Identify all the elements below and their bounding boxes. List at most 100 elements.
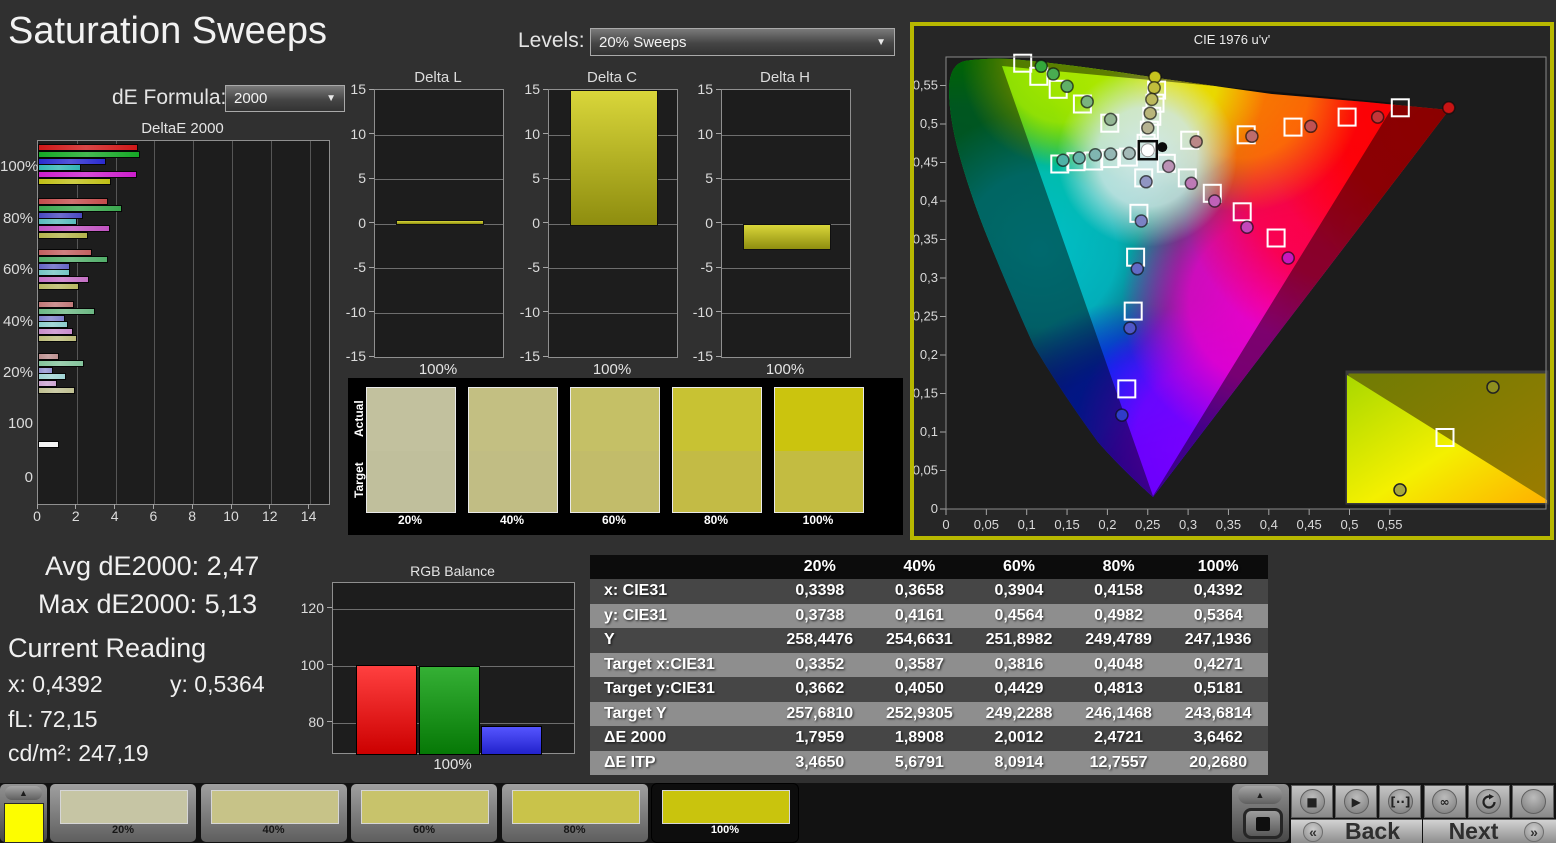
y-tick-label: -10	[683, 304, 713, 320]
x-tick-label: 2	[64, 508, 88, 524]
cie-measured-point-cyan	[1073, 152, 1085, 164]
patch-button-100%[interactable]: 100%	[652, 784, 798, 842]
delta-bar	[396, 220, 484, 226]
table-col-header: 20%	[770, 558, 870, 576]
table-cell: 1,7959	[770, 729, 870, 747]
table-cell: 0,3658	[870, 582, 970, 600]
cie-inset-magnifier	[1347, 372, 1547, 503]
y-tick	[543, 89, 548, 90]
bottom-bar: ▲ ▲ « Back Next » 20% 40%60% 80% 100% ■	[0, 783, 1556, 843]
y-tick-label: 0,25	[914, 309, 938, 324]
cie-measured-point-green	[1035, 60, 1047, 72]
x-tick-label: 0,05	[974, 517, 999, 532]
cie-measured-point-green	[1105, 113, 1117, 125]
x-tick-label: 0,45	[1296, 517, 1321, 532]
media-button-range[interactable]: [··]	[1379, 785, 1421, 818]
x-tick-label: 0,3	[1179, 517, 1197, 532]
cie-measured-point-blue	[1135, 215, 1147, 227]
page-title: Saturation Sweeps	[8, 10, 327, 53]
x-tick-label: 4	[103, 508, 127, 524]
x-tick-label: 14	[297, 508, 321, 524]
table-cell: 243,6814	[1168, 705, 1268, 723]
x-tick-label: 0,15	[1054, 517, 1079, 532]
y-tick-label: -10	[336, 304, 366, 320]
patch-button-20%[interactable]: 20%	[50, 784, 196, 842]
table-row: Y258,4476254,6631251,8982249,4789247,193…	[590, 628, 1268, 653]
y-tick	[716, 178, 721, 179]
media-button-stop[interactable]: ■	[1291, 785, 1333, 818]
next-button-label: Next	[1423, 818, 1524, 843]
table-cell: 0,3662	[770, 680, 870, 698]
y-tick-label: 0,05	[914, 463, 938, 478]
patch-label: 20%	[50, 824, 196, 836]
delta-chart-Delta-L	[374, 89, 504, 358]
cie-measured-point-blue	[1140, 176, 1152, 188]
play-icon: ▶	[1344, 789, 1369, 814]
de-formula-dropdown[interactable]: 2000 ▼	[225, 85, 345, 112]
x-axis-label: 100%	[548, 361, 676, 378]
table-cell: 0,5181	[1168, 680, 1268, 698]
next-button[interactable]: Next »	[1423, 819, 1556, 843]
current-patch-color-indicator[interactable]	[4, 803, 44, 843]
delta-chart-title-Delta-C: Delta C	[548, 69, 676, 86]
grid-line	[549, 268, 677, 269]
y-tick-label: 10	[683, 126, 713, 142]
table-cell: 0,4813	[1069, 680, 1169, 698]
grid-line	[375, 179, 503, 180]
patch-button-40%[interactable]: 40%	[201, 784, 347, 842]
rgb-bar-red	[356, 665, 417, 755]
y-tick-label: 5	[510, 170, 540, 186]
y-tick-label: 0,5	[920, 116, 938, 131]
table-cell: 0,3352	[770, 656, 870, 674]
media-button-refresh[interactable]	[1468, 785, 1510, 818]
swatch-target	[571, 451, 659, 512]
cie-measured-point-magenta	[1163, 160, 1175, 172]
levels-label: Levels:	[518, 29, 585, 53]
y-group-label: 60%	[0, 261, 33, 278]
swatch-label: 80%	[672, 513, 760, 527]
collapse-up-button[interactable]: ▲	[1238, 786, 1282, 804]
levels-dropdown[interactable]: 20% Sweeps ▼	[590, 28, 895, 56]
x-tick-label: 0	[942, 517, 949, 532]
de-formula-value: 2000	[234, 90, 267, 107]
y-tick	[716, 222, 721, 223]
y-tick-label: -10	[510, 304, 540, 320]
media-button-play[interactable]: ▶	[1335, 785, 1377, 818]
y-tick-label: -15	[336, 348, 366, 364]
grid-line	[310, 141, 311, 504]
y-group-label: 40%	[0, 313, 33, 330]
patch-label: 80%	[502, 824, 648, 836]
table-cell: 2,4721	[1069, 729, 1169, 747]
cie-measured-point-green	[1081, 96, 1093, 108]
x-tick-label: 0,1	[1018, 517, 1036, 532]
table-row-label: x: CIE31	[590, 582, 770, 600]
inset-measured-point	[1487, 381, 1499, 393]
table-cell: 0,4158	[1069, 582, 1169, 600]
patch-window-button[interactable]	[1243, 808, 1283, 839]
patch-button-80%[interactable]: 80%	[502, 784, 648, 842]
x-tick-label: 8	[180, 508, 204, 524]
collapse-up-button[interactable]: ▲	[5, 786, 42, 800]
y-tick-label: 0,55	[914, 78, 938, 93]
refresh-icon	[1476, 789, 1501, 814]
swatch-label: 20%	[366, 513, 454, 527]
swatch-100%	[774, 387, 864, 513]
x-tick-label: 0,2	[1098, 517, 1116, 532]
y-tick	[327, 721, 332, 722]
cie-measured-point-magenta	[1241, 221, 1253, 233]
media-button-infinity[interactable]: ∞	[1424, 785, 1466, 818]
grid-line	[375, 313, 503, 314]
max-de2000-stat: Max dE2000: 5,13	[38, 589, 257, 620]
cie-measured-point-blue	[1116, 409, 1128, 421]
table-cell: 0,4392	[1168, 582, 1268, 600]
back-button[interactable]: « Back	[1291, 819, 1422, 843]
patch-color-swatch	[60, 790, 188, 824]
cie-measured-point-red	[1372, 111, 1384, 123]
table-row-label: Target y:CIE31	[590, 680, 770, 698]
delta-bar	[743, 224, 831, 250]
table-cell: 249,2288	[969, 705, 1069, 723]
rgb-balance-chart	[332, 582, 575, 754]
deltae-bar-40%-yellow	[38, 335, 77, 342]
media-button-blank[interactable]	[1512, 785, 1554, 818]
patch-button-60%[interactable]: 60%	[351, 784, 497, 842]
